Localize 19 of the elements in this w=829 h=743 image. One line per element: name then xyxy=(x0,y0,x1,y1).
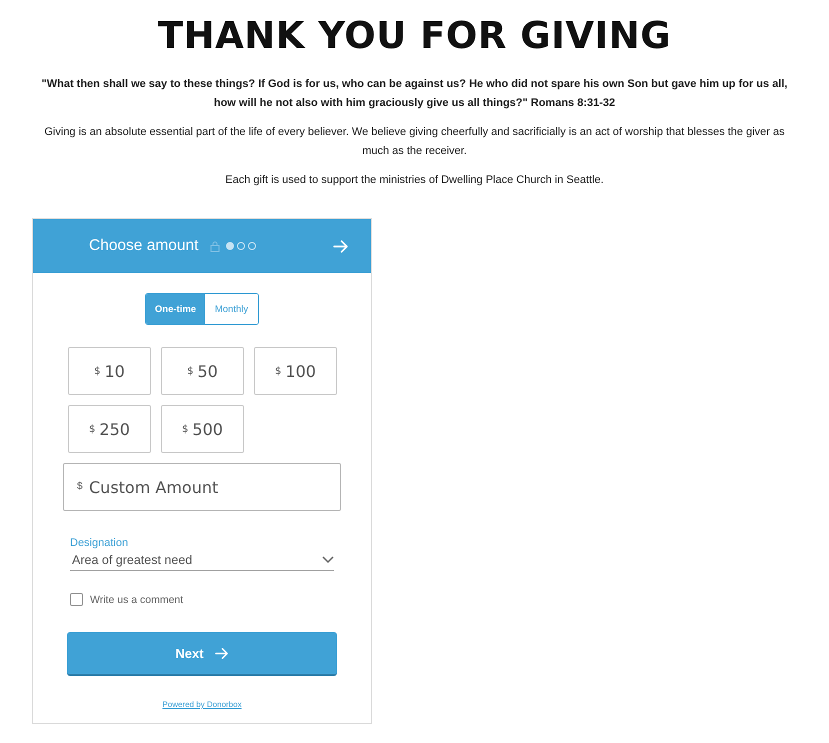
amount-button[interactable]: $ 10 xyxy=(68,347,151,395)
arrow-right-icon xyxy=(214,646,229,660)
amount-button[interactable]: $ 250 xyxy=(68,405,151,453)
comment-label: Write us a comment xyxy=(90,594,184,606)
page-title: THANK YOU FOR GIVING xyxy=(158,14,672,57)
amount-button[interactable]: $ 50 xyxy=(161,347,244,395)
lock-icon xyxy=(210,240,220,252)
chevron-down-icon xyxy=(322,556,334,564)
amount-button[interactable]: $ 500 xyxy=(161,405,244,453)
paragraph: Each gift is used to support the ministries of Dwelling Place Church in Seattle. xyxy=(224,173,605,188)
designation-select[interactable]: Area of greatest need xyxy=(70,549,334,571)
paragraph: Giving is an absolute essential part of the life of every believer. We believe giving cheerfully and sacrificially is an act of worship that blesses the giver as much as the receiver. xyxy=(43,125,786,159)
comment-checkbox[interactable] xyxy=(70,593,83,606)
designation-label: Designation xyxy=(70,537,130,549)
arrow-right-icon xyxy=(332,238,349,254)
currency-sign: $ xyxy=(77,481,83,492)
step-title: Choose amount xyxy=(89,237,198,255)
amount-button[interactable]: $ 100 xyxy=(254,347,337,395)
scripture-quote: "What then shall we say to these things? If God is for us, who can be against us? He who did not spare his own Son but gave him up for us all, how will he not also with him graciously give us all things?" Romans 8:31-32 xyxy=(40,77,788,111)
